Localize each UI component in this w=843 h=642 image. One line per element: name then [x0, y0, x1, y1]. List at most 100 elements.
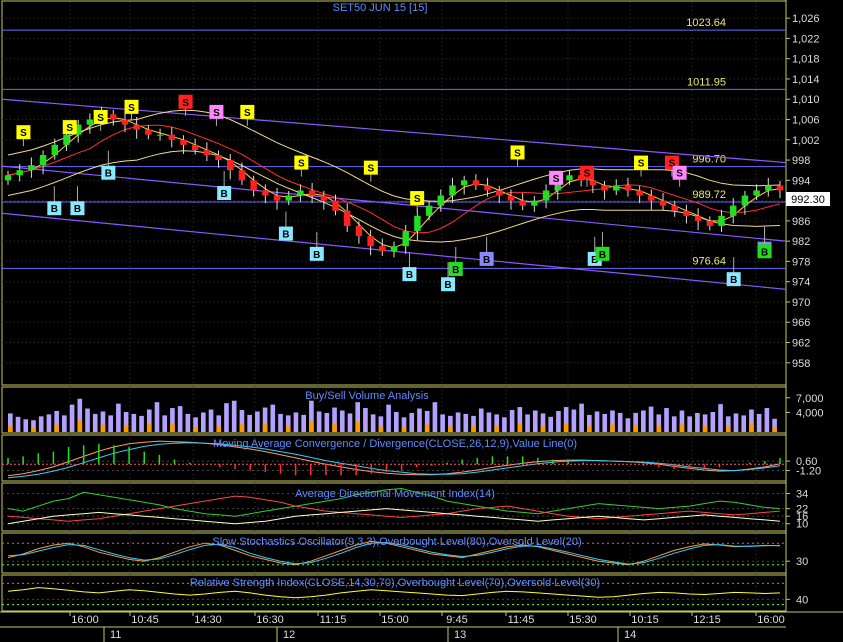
candle-body: [589, 180, 597, 186]
volume-bar: [108, 415, 113, 432]
date-label-1: 12: [283, 629, 295, 641]
signal-letter: B: [105, 169, 112, 180]
volume-bar: [695, 412, 700, 432]
candle-body: [238, 170, 246, 181]
candle-body: [425, 205, 433, 216]
price-tick-label-0: 1,026: [792, 13, 820, 25]
volume-bar: [394, 411, 399, 432]
candle-body: [379, 246, 386, 252]
volume-bar: [741, 415, 747, 432]
candle-body: [449, 185, 456, 196]
volume-tick-label-0: 7,000: [796, 393, 824, 405]
volume-bar: [38, 416, 44, 432]
candle-body: [203, 149, 211, 155]
volume-bar: [556, 410, 561, 432]
volume-bar: [571, 409, 577, 432]
volume-bar: [201, 412, 206, 432]
volume-sell-portion: [193, 426, 198, 432]
volume-bar: [486, 412, 492, 432]
chart-title: SET50 JUN 15 [15]: [333, 2, 428, 14]
candle-body: [121, 119, 129, 125]
candle-body: [250, 180, 257, 191]
volume-bar: [641, 410, 646, 432]
date-label-3: 14: [624, 629, 636, 641]
candle-body: [566, 175, 573, 181]
signal-letter: B: [282, 230, 289, 241]
candle-body: [765, 185, 772, 191]
candle-body: [51, 144, 59, 155]
signal-letter: B: [74, 204, 81, 215]
adx-title: Average Directional Movement Index(14): [295, 488, 495, 500]
volume-bar: [185, 413, 191, 432]
volume-bar: [463, 413, 469, 432]
candle-body: [262, 190, 269, 196]
volume-bar: [370, 414, 376, 432]
volume-bar: [602, 413, 608, 432]
volume-bar: [617, 412, 623, 432]
candle-body: [414, 215, 421, 232]
candle-body: [460, 180, 468, 186]
volume-sell-portion: [424, 424, 430, 432]
volume-sell-portion: [749, 424, 754, 432]
candle-body: [741, 195, 749, 206]
time-label-6: 9:45: [446, 614, 467, 626]
candle-body: [191, 144, 199, 150]
volume-bar: [278, 413, 283, 432]
volume-sell-portion: [146, 424, 152, 432]
candle-body: [133, 124, 140, 130]
macd-tick-label-1: -1.20: [796, 466, 821, 478]
volume-bar: [548, 416, 554, 432]
candle-body: [624, 185, 632, 191]
candle-body: [496, 190, 503, 196]
signal-letter: B: [483, 255, 490, 266]
signal-letter: B: [313, 250, 320, 261]
candle-body: [648, 195, 655, 201]
candle-body: [706, 220, 714, 226]
signal-letter: S: [244, 108, 251, 119]
candle-body: [168, 134, 175, 140]
candle-body: [156, 134, 164, 136]
signal-letter: B: [452, 265, 459, 276]
time-label-7: 11:45: [508, 614, 535, 626]
volume-bar: [85, 408, 90, 432]
time-label-2: 14:30: [194, 614, 222, 626]
signal-letter: S: [182, 98, 189, 109]
signal-letter: S: [213, 108, 220, 119]
volume-bar: [46, 414, 52, 432]
candle-body: [355, 225, 363, 237]
volume-bar: [347, 413, 353, 432]
volume-bar: [69, 404, 75, 432]
candle-body: [531, 200, 538, 206]
candle-body: [4, 175, 12, 181]
volume-sell-portion: [54, 424, 59, 432]
signal-letter: S: [553, 174, 560, 185]
candle-body: [613, 185, 620, 191]
volume-bar: [224, 403, 229, 432]
candle-body: [507, 195, 515, 201]
volume-bar: [594, 411, 600, 432]
volume-bar: [664, 408, 669, 432]
volume-bar: [92, 413, 98, 432]
signal-letter: S: [20, 128, 27, 139]
candle-body: [145, 129, 152, 135]
volume-sell-portion: [170, 423, 175, 432]
candle-body: [753, 190, 760, 196]
candle-body: [367, 236, 374, 247]
volume-bar: [625, 418, 631, 432]
last-price-label: 992.30: [786, 192, 830, 206]
volume-bar: [502, 417, 507, 432]
candle-body: [285, 195, 292, 201]
price-tick-label-15: 966: [792, 317, 810, 329]
volume-sell-portion: [378, 426, 384, 432]
volume-bar: [316, 411, 322, 432]
price-tick-label-6: 1,002: [792, 135, 820, 147]
candle-body: [332, 200, 339, 211]
candle-body: [659, 200, 667, 206]
candle-body: [180, 139, 187, 145]
volume-sell-portion: [123, 424, 129, 432]
volume-sell-portion: [656, 425, 662, 432]
adx-tick-label-3: 10: [796, 519, 808, 531]
volume-bar: [432, 402, 438, 432]
candle-body: [308, 190, 316, 196]
volume-sell-portion: [77, 420, 83, 432]
